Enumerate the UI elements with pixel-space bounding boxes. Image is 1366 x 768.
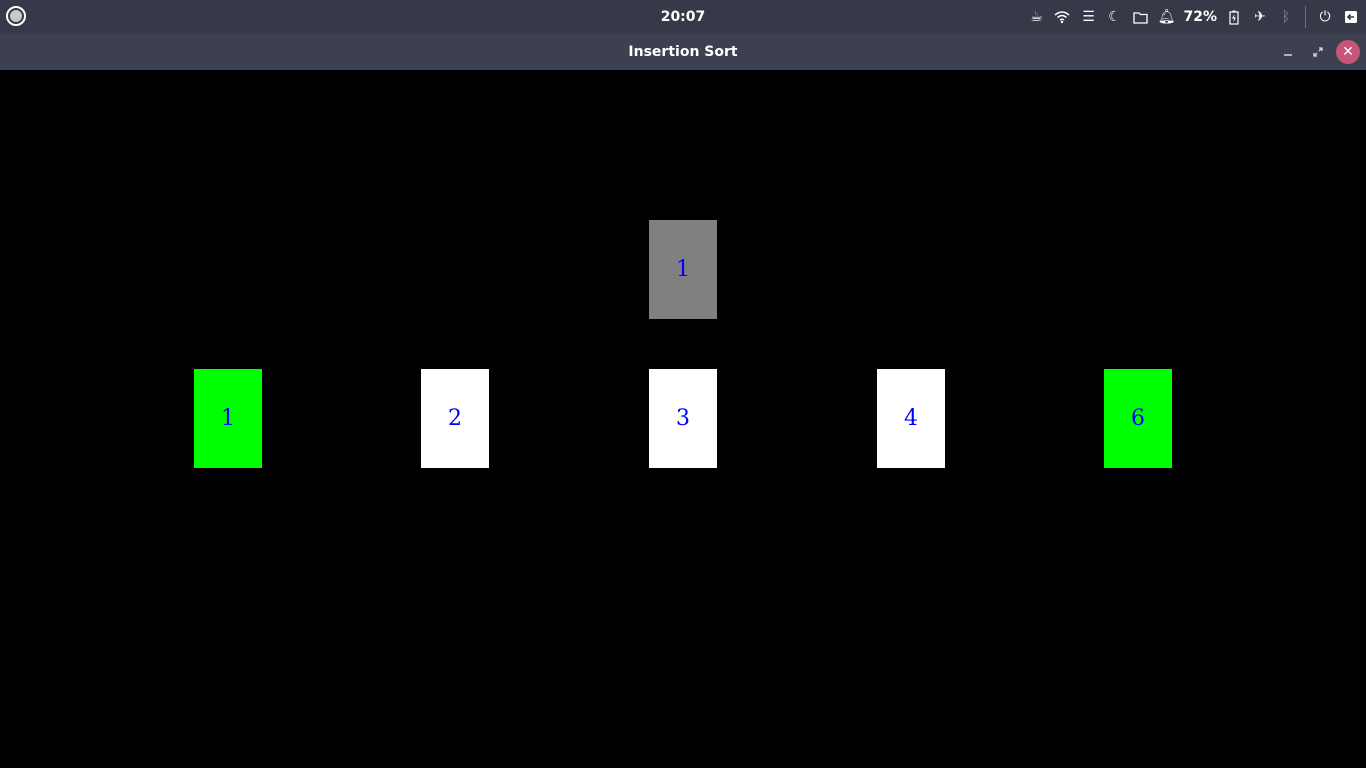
array-card-1: 2: [421, 369, 489, 468]
folder-icon[interactable]: [1131, 8, 1149, 26]
bluetooth-icon[interactable]: ᛒ: [1277, 8, 1295, 26]
power-icon[interactable]: ⏻: [1316, 8, 1334, 26]
window-titlebar[interactable]: Insertion Sort ✕: [0, 34, 1366, 70]
top-panel: 20:07 ☕ ☰ ☾ 🔔︎ 72% ✈ ᛒ ⏻: [0, 0, 1366, 34]
battery-icon[interactable]: [1225, 8, 1243, 26]
tray-divider: [1305, 6, 1306, 28]
sort-canvas: 1 1 2 3 4 6: [0, 70, 1366, 768]
system-tray: ☕ ☰ ☾ 🔔︎ 72% ✈ ᛒ ⏻: [1027, 0, 1360, 34]
array-card-4: 6: [1104, 369, 1172, 468]
window-title: Insertion Sort: [628, 44, 738, 60]
wifi-icon[interactable]: [1053, 8, 1071, 26]
close-button[interactable]: ✕: [1336, 40, 1360, 64]
array-card-3: 4: [877, 369, 945, 468]
activities-icon[interactable]: [6, 6, 26, 26]
restore-button[interactable]: [1306, 40, 1330, 64]
held-card: 1: [649, 220, 717, 319]
minimize-button[interactable]: [1276, 40, 1300, 64]
night-mode-icon[interactable]: ☾: [1105, 8, 1123, 26]
array-card-2: 3: [649, 369, 717, 468]
menu-icon[interactable]: ☰: [1079, 8, 1097, 26]
airplane-mode-icon[interactable]: ✈: [1251, 8, 1269, 26]
battery-percent[interactable]: 72%: [1183, 9, 1217, 25]
coffee-icon[interactable]: ☕: [1027, 8, 1045, 26]
array-card-0: 1: [194, 369, 262, 468]
logout-icon[interactable]: [1342, 8, 1360, 26]
bell-icon[interactable]: 🔔︎: [1157, 8, 1176, 26]
